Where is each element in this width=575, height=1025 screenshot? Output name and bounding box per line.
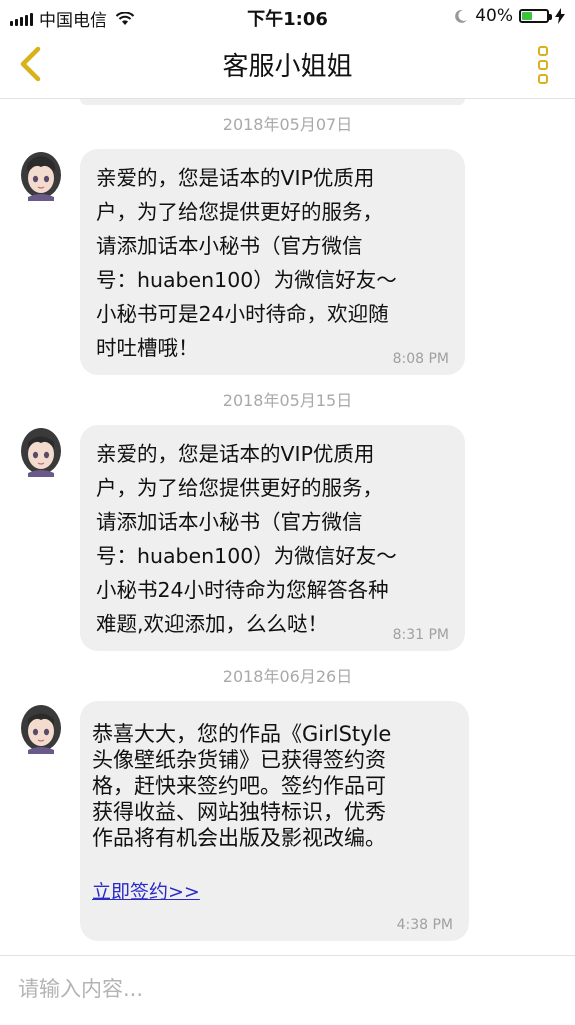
agent-avatar[interactable] [18, 427, 64, 477]
more-menu-button[interactable] [531, 43, 555, 87]
message-text: 亲爱的，您是话本的VIP优质用 户，为了给您提供更好的服务， 请添加话本小秘书（… [96, 166, 397, 360]
date-separator: 2018年05月07日 [222, 115, 353, 134]
nav-bar: 客服小姐姐 [0, 32, 575, 99]
chat-list[interactable]: 2018年05月07日 亲爱的，您是话本的VIP优质用 户，为了给您提供更好的服… [0, 99, 575, 955]
battery-percent: 40% [475, 6, 513, 26]
charging-bolt-icon [555, 8, 565, 24]
status-right: 40% [453, 6, 565, 26]
moon-icon [455, 9, 468, 23]
date-separator: 2018年06月26日 [222, 667, 353, 686]
input-bar [0, 955, 575, 1025]
status-bar: 中国电信 下午1:06 40% [0, 0, 575, 32]
menu-dot-icon [538, 60, 548, 70]
message-time: 8:31 PM [392, 627, 449, 643]
date-separator: 2018年05月15日 [222, 391, 353, 410]
agent-avatar[interactable] [18, 704, 64, 754]
message-text: 亲爱的，您是话本的VIP优质用 户，为了给您提供更好的服务， 请添加话本小秘书（… [96, 442, 397, 636]
battery-fill [522, 12, 533, 20]
menu-dot-icon [538, 74, 548, 84]
sign-contract-link[interactable]: 立即签约>> [92, 877, 200, 904]
menu-dot-icon [538, 46, 548, 56]
message-time: 8:08 PM [392, 351, 449, 367]
message-input[interactable] [16, 966, 560, 1012]
previous-message-bubble [80, 99, 465, 105]
agent-avatar[interactable] [18, 151, 64, 201]
message-bubble[interactable]: 亲爱的，您是话本的VIP优质用 户，为了给您提供更好的服务， 请添加话本小秘书（… [80, 149, 465, 375]
battery-icon [519, 9, 552, 23]
message-text: 恭喜大大，您的作品《GirlStyle 头像壁纸杂货铺》已获得签约资 格，赶快来… [92, 722, 392, 850]
message-time: 4:38 PM [396, 917, 453, 933]
page-title: 客服小姐姐 [222, 52, 353, 82]
message-bubble[interactable]: 恭喜大大，您的作品《GirlStyle 头像壁纸杂货铺》已获得签约资 格，赶快来… [80, 701, 469, 941]
message-bubble[interactable]: 亲爱的，您是话本的VIP优质用 户，为了给您提供更好的服务， 请添加话本小秘书（… [80, 425, 465, 651]
